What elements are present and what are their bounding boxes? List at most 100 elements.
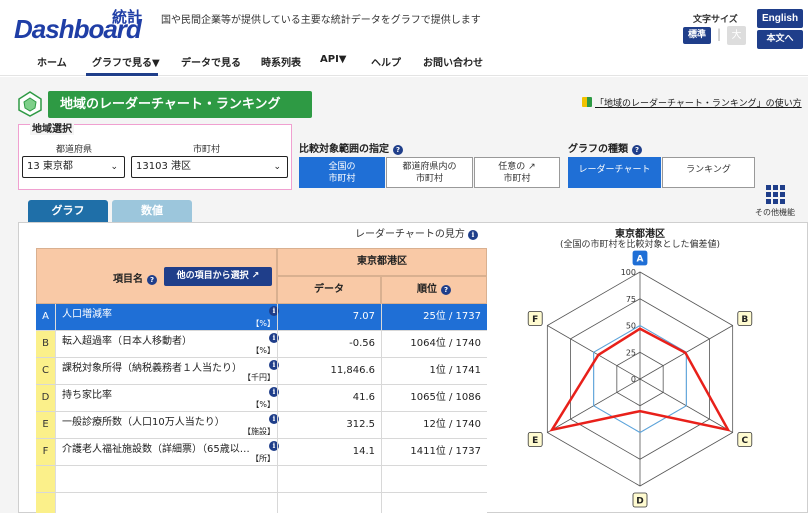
external-link-icon: ↗ [251, 271, 260, 281]
row-value: 41.6 [277, 385, 381, 411]
data-header: データ [277, 276, 381, 304]
font-size-large-button[interactable]: 大 [727, 26, 746, 45]
table-row[interactable]: C 課税対象所得（納税義務者１人当たり） i 【千円】 11,846.6 1位 … [36, 358, 487, 385]
skip-to-content-button[interactable]: 本文へ [757, 30, 803, 49]
select-other-items-button[interactable]: 他の項目から選択 ↗ [164, 267, 272, 286]
nav-home[interactable]: ホーム [37, 54, 67, 69]
row-rank: 1064位 / 1740 [381, 331, 487, 357]
radar-axis-label: A [637, 255, 644, 265]
compare-option-custom[interactable]: 任意の ↗ 市町村 [474, 157, 560, 188]
compare-option-line1: 全国の [328, 162, 356, 172]
indicator-table: 項目名? 他の項目から選択 ↗ 東京都港区 データ 順位? A 人口増減率 i … [36, 248, 487, 513]
table-row[interactable]: E 一般診療所数（人口10万人当たり） i 【施設】 312.5 12位 / 1… [36, 412, 487, 439]
graph-type-ranking[interactable]: ランキング [662, 157, 755, 188]
nav-contact[interactable]: お問い合わせ [423, 54, 483, 69]
row-value: 7.07 [277, 304, 381, 330]
graph-type-label-text: グラフの種類 [568, 144, 628, 155]
nav-timeseries[interactable]: 時系列表 [261, 54, 301, 69]
nav-data[interactable]: データで見る [181, 54, 241, 69]
row-value: -0.56 [277, 331, 381, 357]
row-letter: D [36, 385, 56, 411]
info-icon: i [467, 230, 478, 240]
compare-range-label: 比較対象範囲の指定? [299, 140, 403, 155]
compare-option-nationwide[interactable]: 全国の 市町村 [299, 157, 385, 188]
nav-graph[interactable]: グラフで見る▼ [92, 54, 160, 69]
row-letter: A [36, 304, 56, 330]
compare-range-label-text: 比較対象範囲の指定 [299, 144, 389, 155]
table-row[interactable]: B 転入超過率（日本人移動者） i 【%】 -0.56 1064位 / 1740 [36, 331, 487, 358]
radar-axis-label: E [532, 436, 538, 446]
radar-scale-label: 100 [621, 268, 636, 277]
site-logo[interactable]: Dashboard 統計 [14, 6, 162, 48]
row-unit: 【所】 [251, 454, 275, 463]
table-row[interactable]: F 介護老人福祉施設数（詳細票）（65歳以… i 【所】 14.1 1411位 … [36, 439, 487, 466]
grid-menu-icon[interactable] [765, 184, 785, 204]
row-name: 人口増減率 [62, 309, 112, 320]
table-row[interactable]: A 人口増減率 i 【%】 7.07 25位 / 1737 [36, 304, 487, 331]
row-unit: 【%】 [251, 319, 275, 328]
row-letter-empty [36, 466, 56, 492]
font-size-label: 文字サイズ [693, 15, 738, 25]
tab-graph[interactable]: グラフ [28, 200, 108, 222]
howto-link-text: 「地域のレーダーチャート・ランキング」の使い方 [595, 99, 802, 109]
english-button[interactable]: English [757, 9, 803, 28]
row-letter: F [36, 439, 56, 465]
graph-type-label: グラフの種類? [568, 140, 642, 155]
row-rank: 12位 / 1740 [381, 412, 487, 438]
row-rank: 1位 / 1741 [381, 358, 487, 384]
site-header: Dashboard 統計 国や民間企業等が提供している主要な統計データをグラフで… [0, 0, 808, 49]
rank-header: 順位? [381, 276, 487, 304]
select-other-items-label: 他の項目から選択 [176, 271, 249, 281]
city-select-value: 13103 港区 [136, 161, 191, 172]
city-select[interactable]: 13103 港区 ⌄ [131, 156, 288, 178]
prefecture-select[interactable]: 13 東京都 ⌄ [22, 156, 125, 178]
tab-value[interactable]: 数値 [112, 200, 192, 222]
font-size-standard-button[interactable]: 標準 [683, 27, 711, 44]
row-unit: 【%】 [251, 400, 275, 409]
logo-kanji: 統計 [112, 8, 143, 26]
howto-link[interactable]: 「地域のレーダーチャート・ランキング」の使い方 [582, 96, 802, 109]
radar-axis-label: B [741, 315, 748, 325]
help-icon[interactable]: ? [393, 145, 403, 155]
prefecture-label: 都道府県 [56, 145, 93, 155]
font-size-separator: | [717, 27, 722, 41]
radar-howto[interactable]: レーダーチャートの見方 i [355, 225, 478, 240]
row-value: 14.1 [277, 439, 381, 465]
compare-option-prefecture[interactable]: 都道府県内の 市町村 [386, 157, 473, 188]
row-rank: 25位 / 1737 [381, 304, 487, 330]
radar-scale-label: 75 [626, 295, 636, 304]
radar-howto-text: レーダーチャートの見方 [355, 229, 465, 240]
row-value-empty [277, 466, 381, 492]
row-letter: E [36, 412, 56, 438]
compare-option-line2: 市町村 [328, 174, 356, 184]
help-icon[interactable]: ? [441, 285, 451, 295]
chevron-down-icon: ⌄ [273, 162, 281, 172]
row-unit: 【%】 [251, 346, 275, 355]
radar-chart-icon [18, 91, 42, 117]
help-icon[interactable]: ? [147, 275, 157, 285]
radar-axis-label: C [741, 436, 748, 446]
compare-option-line2: 市町村 [503, 174, 531, 184]
row-name: 介護老人福祉施設数（詳細票）（65歳以… [62, 444, 250, 455]
row-value-empty [277, 493, 381, 513]
nav-help[interactable]: ヘルプ [371, 54, 401, 69]
prefecture-select-value: 13 東京都 [27, 161, 73, 172]
graph-type-radar[interactable]: レーダーチャート [568, 157, 661, 188]
row-letter: C [36, 358, 56, 384]
item-header: 項目名? [113, 270, 157, 285]
external-link-icon: ↗ [528, 162, 536, 172]
region-select-legend: 地域選択 [30, 124, 74, 135]
table-row-empty [36, 493, 487, 513]
radar-axis-label: D [636, 497, 643, 507]
radar-scale-label: 0 [631, 375, 636, 384]
other-functions-label[interactable]: その他機能 [755, 207, 795, 218]
row-name: 転入超過率（日本人移動者） [62, 336, 192, 347]
table-row[interactable]: D 持ち家比率 i 【%】 41.6 1065位 / 1086 [36, 385, 487, 412]
row-value: 312.5 [277, 412, 381, 438]
radar-scale-label: 50 [626, 322, 636, 331]
row-name: 課税対象所得（納税義務者１人当たり） [62, 363, 242, 374]
nav-api[interactable]: API▼ [320, 54, 346, 65]
help-icon[interactable]: ? [632, 145, 642, 155]
row-rank: 1411位 / 1737 [381, 439, 487, 465]
chevron-down-icon: ⌄ [110, 162, 118, 172]
